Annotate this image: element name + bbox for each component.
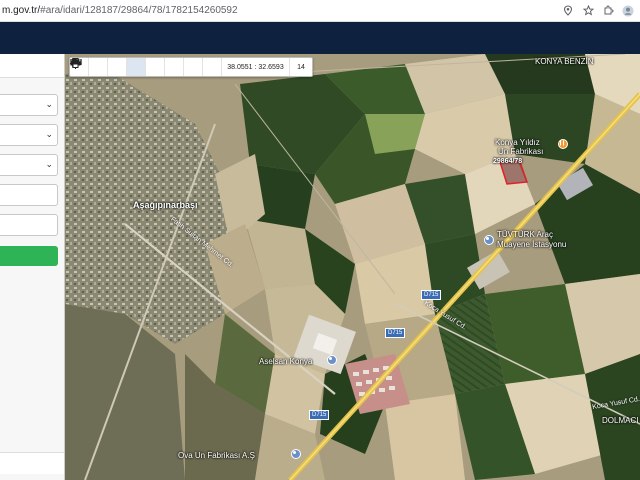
konya-benzin-label: KONYA BENZİN [535, 57, 594, 66]
sidebar-tab[interactable] [0, 54, 64, 78]
zoom-level: 14 [297, 63, 305, 71]
satellite-map[interactable]: 38.0551 : 32.6593 14 Aşağıpınarbaşı KONY… [65, 54, 640, 480]
village-label: Aşağıpınarbaşı [133, 200, 198, 210]
route-d715-shield: D715 [421, 290, 442, 300]
dolmaci-label: DOLMACI YA [602, 416, 640, 425]
satellite-imagery [65, 54, 640, 480]
ova-un-label: Ova Un Fabrikası A.Ş [178, 451, 255, 460]
extension-icon[interactable] [602, 5, 614, 17]
map-toolbar: 38.0551 : 32.6593 14 [69, 57, 313, 77]
url-path: #ara/idari/128187/29864/78/1782154260592 [40, 5, 238, 16]
profile-icon[interactable] [622, 5, 634, 17]
route-d715-shield: D715 [309, 410, 330, 420]
locate-icon[interactable] [70, 58, 146, 76]
route-d715-shield: D715 [385, 328, 406, 338]
url-field[interactable]: m.gov.tr/#ara/idari/128187/29864/78/1782… [0, 5, 562, 16]
url-host: m.gov.tr/ [2, 5, 41, 16]
info-icon[interactable] [71, 58, 165, 76]
coordinate-readout: 38.0551 : 32.6593 [222, 58, 290, 76]
measure-icon[interactable] [70, 58, 203, 76]
app-header [0, 22, 640, 54]
query-button[interactable] [0, 246, 58, 266]
refresh-icon[interactable] [71, 58, 127, 76]
chevron-down-icon: ⌄ [45, 129, 53, 139]
zoom-out-icon[interactable] [70, 58, 108, 76]
chevron-down-icon: ⌄ [45, 159, 53, 169]
chevron-down-icon: ⌄ [45, 99, 53, 109]
browser-address-bar: m.gov.tr/#ara/idari/128187/29864/78/1782… [0, 0, 640, 22]
aselsan-pin-icon[interactable] [327, 355, 337, 365]
location-icon[interactable] [562, 5, 574, 17]
star-icon[interactable] [582, 5, 594, 17]
neighborhood-select[interactable]: ⌄ [0, 154, 58, 176]
district-select[interactable]: ⌄ [0, 124, 58, 146]
yildiz-label-line2: Un Fabrikası [498, 147, 544, 156]
tuvturk-label-line1: TÜVTÜRK Araç [497, 230, 554, 239]
block-input[interactable] [0, 184, 58, 206]
sidebar-panel: ⌄ ⌄ ⌄ [0, 54, 65, 480]
star-icon[interactable] [70, 58, 184, 76]
yildiz-label-line1: Konya Yıldız [495, 138, 540, 147]
tuvturk-label-line2: Muayene İstasyonu [497, 240, 567, 249]
parcel-label: 29864/78 [493, 158, 523, 165]
province-select[interactable]: ⌄ [0, 94, 58, 116]
sidebar-footer [0, 452, 64, 474]
print-icon[interactable] [70, 58, 222, 76]
restaurant-pin-icon[interactable] [558, 139, 568, 149]
tuvturk-pin-icon[interactable] [484, 235, 494, 245]
parcel-input[interactable] [0, 214, 58, 236]
ova-un-pin-icon[interactable] [291, 449, 301, 459]
aselsan-label: Aselsan Konya [259, 357, 313, 366]
